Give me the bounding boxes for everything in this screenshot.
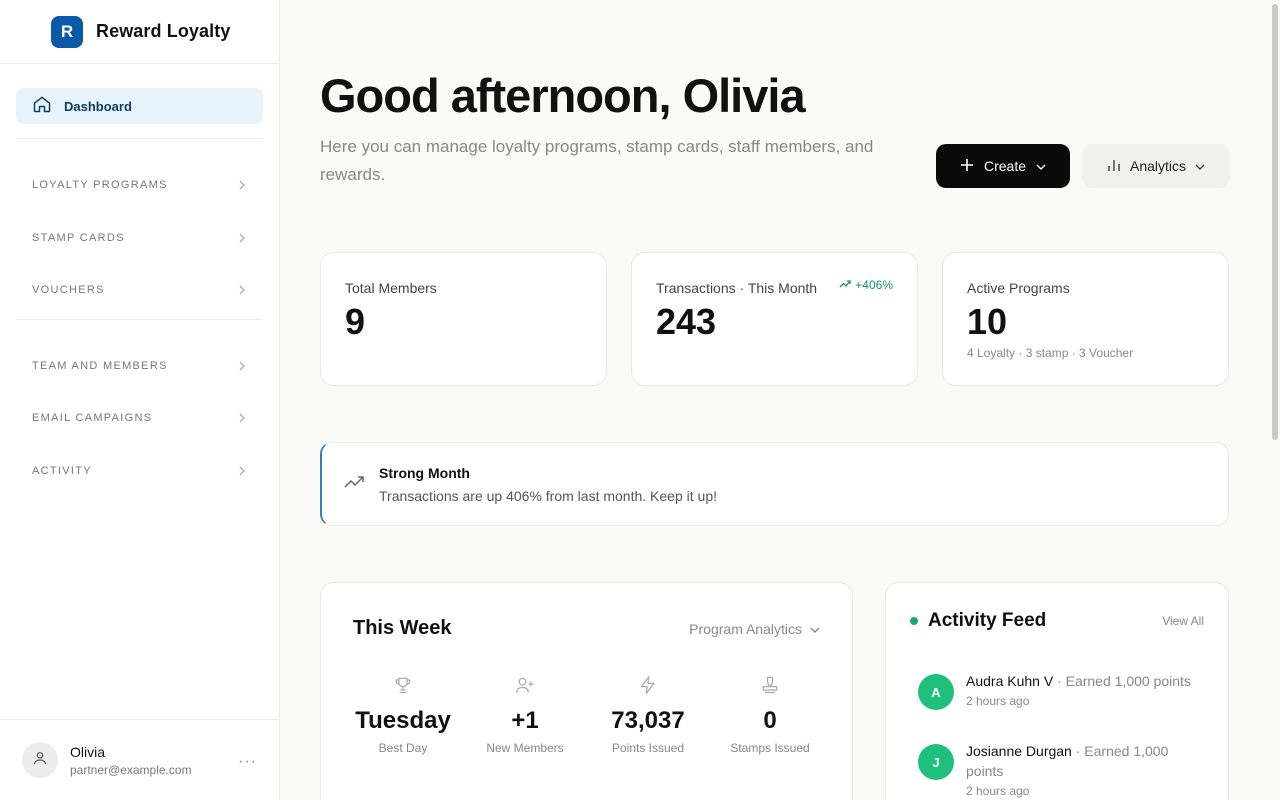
user-icon [32,750,48,771]
analytics-button[interactable]: Analytics [1082,144,1230,188]
metric-new-members: +1 New Members [460,675,590,755]
plus-icon [960,158,974,175]
user-email: partner@example.com [70,762,192,777]
sidebar-item-label: ACTIVITY [32,465,92,477]
member-name: Josianne Durgan [966,743,1072,759]
chevron-down-icon [1036,158,1046,174]
metric-points-issued: 73,037 Points Issued [583,675,713,755]
sidebar-item-team-and-members[interactable]: TEAM AND MEMBERS [16,350,263,382]
sidebar-item-activity[interactable]: ACTIVITY [16,455,263,487]
avatar [22,742,58,778]
sidebar-item-label: STAMP CARDS [32,232,125,244]
page-subtitle: Here you can manage loyalty programs, st… [320,137,874,184]
alert-title: Strong Month [379,465,470,481]
user-profile[interactable]: Olivia partner@example.com ··· [0,719,279,800]
chevron-right-icon [237,361,247,371]
divider [16,319,263,320]
chevron-down-icon [1195,158,1205,174]
activity-feed-card: Activity Feed View All A Audra Kuhn V · … [885,582,1229,800]
sidebar-item-label: TEAM AND MEMBERS [32,360,168,372]
trend-badge: +406% [839,278,893,292]
sidebar-item-label: LOYALTY PROGRAMS [32,179,168,191]
bar-chart-icon [1107,158,1121,175]
trend-up-icon [344,475,364,494]
brand-name: Reward Loyalty [96,21,231,41]
stat-label: Active Programs [967,280,1070,296]
sidebar-item-stamp-cards[interactable]: STAMP CARDS [16,222,263,254]
analytics-button-label: Analytics [1129,158,1187,174]
stat-card-active-programs[interactable]: Active Programs 10 4 Loyalty · 3 stamp ·… [942,252,1229,386]
live-indicator [910,617,918,625]
metric-value: Tuesday [355,707,451,734]
avatar: J [918,744,954,780]
sidebar: R Reward Loyalty Dashboard LOYALTY PROGR… [0,0,280,800]
timestamp: 2 hours ago [966,694,1030,708]
select-label: Program Analytics [689,621,802,637]
metric-label: Best Day [378,741,428,755]
chevron-right-icon [237,180,247,190]
sidebar-item-label: VOUCHERS [32,284,105,296]
stat-label: Total Members [345,280,437,296]
scrollbar[interactable] [1272,4,1278,440]
sidebar-item-label: Dashboard [64,98,132,114]
lightning-icon [583,675,713,697]
create-button[interactable]: Create [936,144,1070,188]
strong-month-alert: Strong Month Transactions are up 406% fr… [320,442,1229,526]
stat-value: 9 [345,301,366,342]
timestamp: 2 hours ago [966,784,1030,798]
card-title: Activity Feed [928,610,1047,631]
stat-card-transactions[interactable]: Transactions · This Month +406% 243 [631,252,918,386]
stat-value: 243 [656,301,717,342]
create-button-label: Create [983,158,1027,174]
metric-label: Stamps Issued [730,741,810,755]
page-title: Good afternoon, Olivia [320,69,806,122]
stat-card-total-members[interactable]: Total Members 9 [320,252,607,386]
chevron-right-icon [237,285,247,295]
trend-up-icon [839,278,851,292]
metric-label: Points Issued [611,741,685,755]
card-title: This Week [353,617,452,639]
sidebar-item-email-campaigns[interactable]: EMAIL CAMPAIGNS [16,402,263,434]
sidebar-item-vouchers[interactable]: VOUCHERS [16,274,263,306]
chevron-right-icon [237,413,247,423]
divider [16,138,263,139]
program-analytics-select[interactable]: Program Analytics [689,621,820,637]
user-plus-icon [460,675,590,697]
member-name: Audra Kuhn V [966,673,1054,689]
sidebar-item-loyalty-programs[interactable]: LOYALTY PROGRAMS [16,169,263,201]
this-week-card: This Week Program Analytics Tuesday Best… [320,582,853,800]
more-options-icon[interactable]: ··· [238,753,257,771]
trend-value: +406% [855,278,893,292]
metric-value: 73,037 [611,707,685,734]
avatar: A [918,674,954,710]
stamp-icon [705,675,835,697]
metric-stamps-issued: 0 Stamps Issued [705,675,835,755]
alert-message: Transactions are up 406% from last month… [379,488,717,504]
stat-breakdown: 4 Loyalty · 3 stamp · 3 Voucher [967,346,1134,360]
trophy-icon [338,675,468,697]
sidebar-item-dashboard[interactable]: Dashboard [16,88,263,124]
user-name: Olivia [70,743,106,760]
view-all-link[interactable]: View All [1162,614,1204,628]
stat-value: 10 [967,301,1008,342]
metric-value: 0 [763,707,777,734]
sidebar-item-label: EMAIL CAMPAIGNS [32,412,153,424]
brand-logo: R [51,15,83,48]
chevron-down-icon [810,621,820,637]
metric-value: +1 [511,707,539,734]
metric-best-day: Tuesday Best Day [338,675,468,755]
activity-text: · Earned 1,000 points [1057,673,1191,689]
chevron-right-icon [237,466,247,476]
stat-label: Transactions · This Month [656,280,818,296]
brand[interactable]: R Reward Loyalty [0,0,279,64]
metric-label: New Members [486,741,564,755]
home-icon [32,94,52,119]
chevron-right-icon [237,233,247,243]
